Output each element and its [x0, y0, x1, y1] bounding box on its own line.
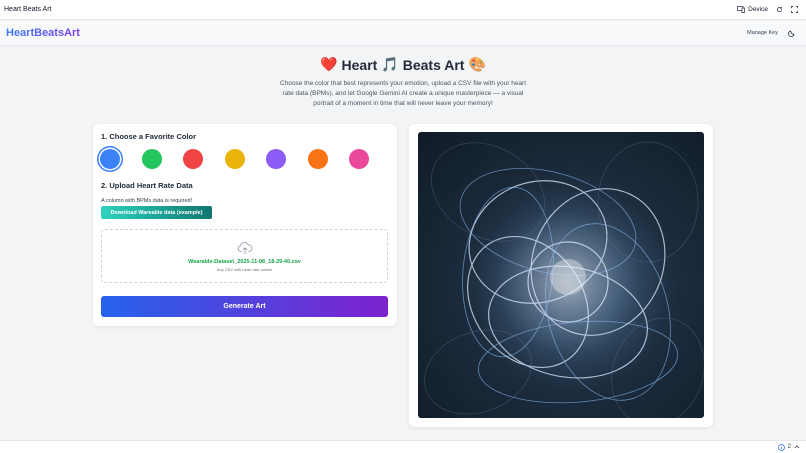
status-controls: 2	[777, 443, 800, 451]
window-title: Heart Beats Art	[4, 6, 52, 13]
cloud-upload-icon	[237, 241, 253, 255]
manage-key-button[interactable]: Manage Key	[747, 30, 778, 36]
window-chrome: Heart Beats Art Device	[0, 0, 806, 20]
color-section-title: 1. Choose a Favorite Color	[101, 132, 197, 141]
music-note-emoji: 🎵	[381, 56, 399, 72]
download-example-button[interactable]: Download Wareable data (example)	[101, 206, 212, 219]
art-swirl-graphic	[424, 141, 704, 418]
file-dropzone[interactable]: Wearable-Dataset_2025-11-08_18-29-40.csv…	[101, 229, 388, 283]
page-title: ❤️ Heart 🎵 Beats Art 🎨	[320, 56, 486, 73]
title-word-heart: Heart	[341, 56, 378, 73]
header-actions: Manage Key	[747, 29, 800, 37]
hero-section: ❤️ Heart 🎵 Beats Art 🎨 Choose the color …	[0, 56, 806, 109]
chrome-controls: Device	[737, 6, 802, 13]
color-swatch-purple[interactable]	[266, 149, 286, 169]
brand-logo[interactable]: HeartBeatsArt	[6, 27, 80, 39]
generated-art-image	[418, 132, 704, 418]
notification-count: 2	[787, 444, 791, 450]
fullscreen-icon[interactable]	[791, 6, 798, 13]
file-hint: Any CSV with heart rate values	[216, 266, 273, 272]
app-header: HeartBeatsArt Manage Key	[0, 21, 806, 46]
info-icon[interactable]	[777, 443, 785, 451]
refresh-icon[interactable]	[776, 6, 783, 13]
moon-icon[interactable]	[788, 29, 796, 37]
color-swatch-red[interactable]	[183, 149, 203, 169]
requirement-text: A column with BPMs data is required!	[101, 198, 193, 204]
color-swatch-yellow[interactable]	[224, 149, 245, 169]
hero-description: Choose the color that best represents yo…	[279, 80, 527, 107]
color-picker	[100, 149, 369, 169]
device-icon	[737, 6, 746, 13]
generate-art-button[interactable]: Generate Art	[101, 296, 388, 317]
device-label: Device	[748, 6, 768, 13]
color-swatch-blue[interactable]	[100, 149, 120, 169]
color-swatch-green[interactable]	[141, 149, 162, 169]
title-word-beats-art: Beats Art	[402, 56, 465, 73]
color-swatch-orange[interactable]	[307, 149, 328, 169]
form-card: 1. Choose a Favorite Color 2. Upload Hea…	[93, 124, 397, 326]
preview-card	[409, 124, 713, 427]
heart-emoji: ❤️	[320, 56, 338, 72]
uploaded-file-name: Wearable-Dataset_2025-11-08_18-29-40.csv	[188, 258, 301, 265]
device-button[interactable]: Device	[737, 6, 768, 13]
palette-emoji: 🎨	[468, 56, 486, 72]
color-swatch-pink[interactable]	[349, 149, 369, 169]
bottom-status-bar: 2	[0, 440, 806, 453]
upload-section-title: 2. Upload Heart Rate Data	[101, 181, 193, 190]
chevron-up-icon[interactable]	[794, 444, 800, 450]
